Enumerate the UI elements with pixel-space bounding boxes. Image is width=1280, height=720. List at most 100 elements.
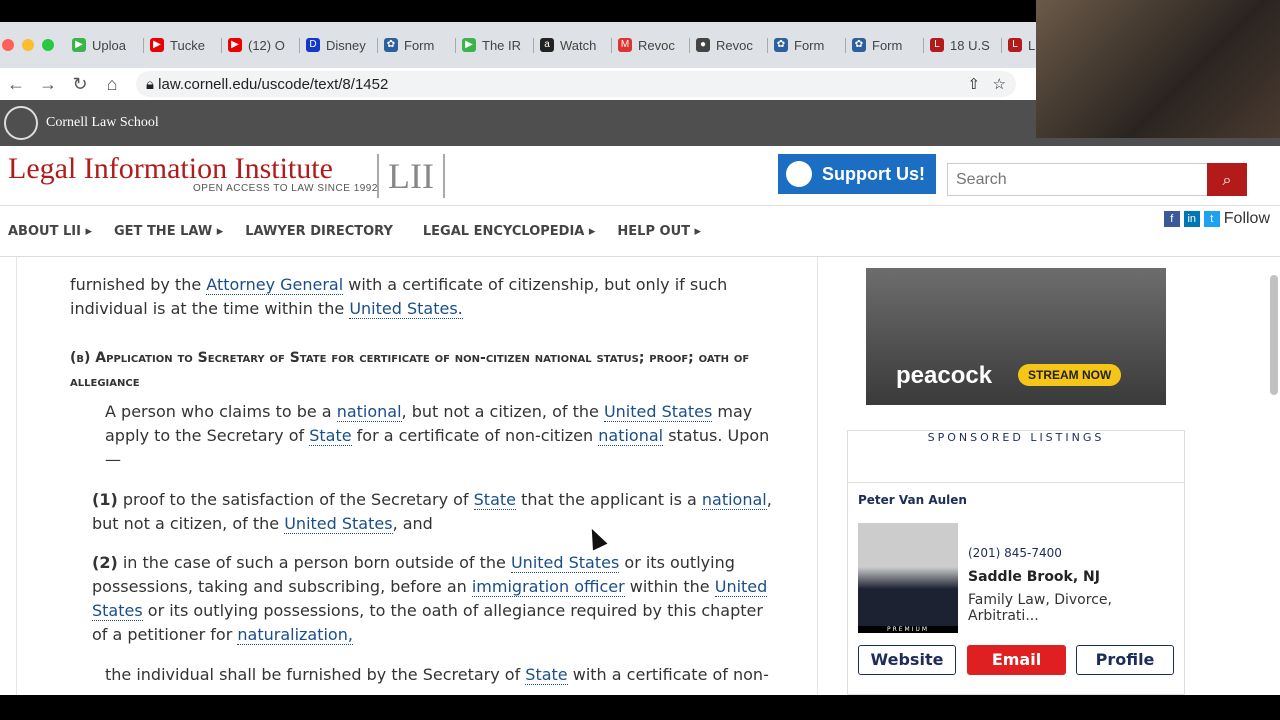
browser-tab[interactable]: L 18 U.S <box>924 37 1002 53</box>
lii-icon: L <box>930 38 944 52</box>
tab-title: Uploa <box>92 37 126 53</box>
browser-tab[interactable]: M Revoc <box>612 37 690 53</box>
play-icon: ▶ <box>72 38 86 52</box>
link-national[interactable]: national <box>336 402 402 422</box>
lii-logo[interactable]: LII <box>377 154 445 198</box>
lawyer-location: Saddle Brook, NJ <box>968 569 1100 585</box>
tab-title: Watch <box>560 37 597 53</box>
home-icon[interactable]: ⌂ <box>96 74 128 95</box>
email-button[interactable]: Email <box>967 645 1066 675</box>
forward-icon[interactable]: → <box>32 74 64 95</box>
maximize-window-button[interactable] <box>42 39 54 51</box>
globe-icon: ● <box>696 38 710 52</box>
page-main: furnished by the Attorney General with a… <box>0 257 1280 695</box>
link-attorney-general[interactable]: Attorney General <box>206 275 344 295</box>
support-us-button[interactable]: Support Us! <box>778 154 936 194</box>
tab-title: Tucke <box>170 37 205 53</box>
close-window-button[interactable] <box>2 39 14 51</box>
website-button[interactable]: Website <box>858 645 956 675</box>
nav-about[interactable]: ABOUT LII ▸ <box>8 224 92 239</box>
tab-title: Disney <box>326 37 366 53</box>
window-controls <box>0 39 66 51</box>
disney-icon: D <box>306 38 320 52</box>
peacock-ad[interactable]: peacock STREAM NOW <box>866 268 1166 405</box>
nav-get-the-law[interactable]: GET THE LAW ▸ <box>114 224 223 239</box>
link-united-states[interactable]: United States. <box>349 299 463 319</box>
tab-title: Form <box>404 37 435 53</box>
statute-text: furnished by the Attorney General with a… <box>16 257 818 695</box>
nav-legal-encyclopedia[interactable]: LEGAL ENCYCLOPEDIA ▸ <box>423 224 596 239</box>
amazon-icon: a <box>540 38 554 52</box>
lock-icon: 🔒︎ <box>146 75 159 93</box>
browser-tab[interactable]: ▶ (12) O <box>222 37 300 53</box>
subsection-b-heading: (b) Application to Secretary of State fo… <box>70 350 750 390</box>
browser-tab[interactable]: ▶ Tucke <box>144 37 222 53</box>
browser-tab[interactable]: ▶ Uploa <box>66 37 144 53</box>
site-title[interactable]: Legal Information Institute <box>8 152 333 186</box>
link-naturalization[interactable]: naturalization, <box>237 625 353 645</box>
play-icon: ▶ <box>462 38 476 52</box>
url-input[interactable]: 🔒︎ law.cornell.edu/uscode/text/8/1452 ⇧ ☆ <box>136 71 1016 97</box>
browser-tab[interactable]: ● Revoc <box>690 37 768 53</box>
site-header: Legal Information Institute OPEN ACCESS … <box>0 146 1280 206</box>
lawyer-practice-areas: Family Law, Divorce, Arbitrati... <box>968 592 1112 624</box>
tab-title: Form <box>872 37 903 53</box>
youtube-icon: ▶ <box>150 38 164 52</box>
browser-tab[interactable]: a Watch <box>534 37 612 53</box>
nav-lawyer-directory[interactable]: LAWYER DIRECTORY <box>245 224 393 239</box>
link-national[interactable]: national <box>701 490 767 510</box>
sponsored-heading: SPONSORED LISTINGS <box>848 431 1184 483</box>
follow-label[interactable]: Follow <box>1224 210 1270 228</box>
tab-title: 18 U.S <box>950 37 990 53</box>
scrollbar[interactable] <box>1270 275 1278 395</box>
search-input[interactable] <box>947 163 1209 196</box>
link-immigration-officer[interactable]: immigration officer <box>471 577 625 597</box>
bookmark-star-icon[interactable]: ☆ <box>993 76 1006 93</box>
lawyer-photo[interactable]: PREMIUM <box>858 523 958 633</box>
nav-help-out[interactable]: HELP OUT ▸ <box>617 224 701 239</box>
link-state[interactable]: State <box>525 665 568 685</box>
tab-title: The IR <box>482 37 522 53</box>
profile-button[interactable]: Profile <box>1076 645 1174 675</box>
tab-title: Revoc <box>716 37 753 53</box>
cornell-seal-icon <box>4 106 38 140</box>
browser-tab[interactable]: ✿ Form <box>378 37 456 53</box>
seal-icon: ✿ <box>852 38 866 52</box>
main-nav: ABOUT LII ▸ GET THE LAW ▸ LAWYER DIRECTO… <box>0 206 1280 257</box>
tab-title: Form <box>794 37 825 53</box>
link-state[interactable]: State <box>473 490 516 510</box>
back-icon[interactable]: ← <box>0 74 32 95</box>
reload-icon[interactable]: ↻ <box>64 74 96 95</box>
tab-title: Revoc <box>638 37 675 53</box>
follow-links: f in t Follow <box>1163 210 1270 228</box>
lawyer-phone[interactable]: (201) 845-7400 <box>968 546 1062 560</box>
item-2: (2) in the case of such a person born ou… <box>92 553 768 645</box>
item-1: (1) proof to the satisfaction of the Sec… <box>92 490 772 534</box>
minimize-window-button[interactable] <box>22 39 34 51</box>
premium-badge: PREMIUM <box>858 626 958 633</box>
share-icon[interactable]: ⇧ <box>967 76 980 93</box>
ad-cta-button[interactable]: STREAM NOW <box>1018 364 1122 386</box>
facebook-icon[interactable]: f <box>1163 211 1180 227</box>
link-state[interactable]: State <box>309 426 352 446</box>
url-text: law.cornell.edu/uscode/text/8/1452 <box>158 75 389 93</box>
browser-tab[interactable]: ▶ The IR <box>456 37 534 53</box>
paragraph-a-end: furnished by the Attorney General with a… <box>70 275 728 319</box>
site-subtitle: OPEN ACCESS TO LAW SINCE 1992 <box>193 183 378 194</box>
seal-icon: ✿ <box>384 38 398 52</box>
heart-icon <box>786 161 812 187</box>
search-button[interactable]: ⌕ <box>1207 163 1247 196</box>
link-united-states[interactable]: United States <box>510 553 620 573</box>
search-icon: ⌕ <box>1222 170 1232 189</box>
subsection-b-text: A person who claims to be a national, bu… <box>105 402 770 469</box>
browser-tab[interactable]: ✿ Form <box>768 37 846 53</box>
lawyer-name[interactable]: Peter Van Aulen <box>858 493 967 507</box>
school-name[interactable]: Cornell Law School <box>46 115 159 131</box>
twitter-icon[interactable]: t <box>1203 211 1220 227</box>
link-united-states[interactable]: United States <box>603 402 713 422</box>
browser-tab[interactable]: ✿ Form <box>846 37 924 53</box>
linkedin-icon[interactable]: in <box>1183 211 1200 227</box>
browser-tab[interactable]: D Disney <box>300 37 378 53</box>
link-united-states[interactable]: United States <box>284 514 393 534</box>
link-national[interactable]: national <box>598 426 664 446</box>
